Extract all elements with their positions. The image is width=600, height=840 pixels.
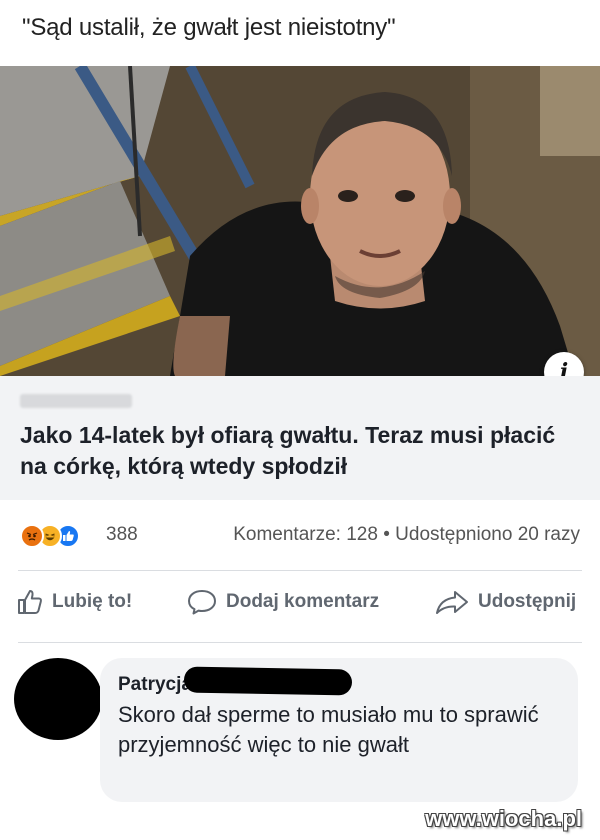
- comment-button[interactable]: Dodaj komentarz: [186, 588, 379, 616]
- comment-bubble[interactable]: Patrycja Skoro dał sperme to musiało mu …: [100, 658, 578, 802]
- like-button[interactable]: Lubię to!: [16, 588, 132, 616]
- divider: [18, 642, 582, 643]
- reactions-summary[interactable]: [20, 524, 102, 548]
- comment-label: Dodaj komentarz: [226, 591, 380, 612]
- share-arrow-icon: [436, 591, 468, 614]
- comment-text: Skoro dał sperme to musiało mu to sprawi…: [118, 702, 539, 757]
- comments-shares-summary: Komentarze: 128 • Udostępniono 20 razy: [233, 524, 580, 546]
- reactions-count[interactable]: 388: [106, 524, 138, 546]
- action-bar: Lubię to! Dodaj komentarz Udostępnij: [0, 580, 600, 632]
- shares-count[interactable]: Udostępniono 20 razy: [395, 524, 580, 545]
- link-domain-blurred: [20, 394, 132, 408]
- post-stats: 388 Komentarze: 128 • Udostępniono 20 ra…: [0, 500, 600, 570]
- divider: [18, 570, 582, 571]
- link-title[interactable]: Jako 14-latek był ofiarą gwałtu. Teraz m…: [20, 420, 560, 482]
- angry-reaction-icon: [20, 524, 44, 548]
- share-button[interactable]: Udostępnij: [434, 588, 576, 616]
- comment-icon: [188, 590, 216, 615]
- comments-count[interactable]: Komentarze: 128: [233, 524, 378, 545]
- avatar-redacted[interactable]: [14, 658, 102, 740]
- author-name-redaction: [183, 666, 353, 696]
- site-watermark: www.wiocha.pl: [425, 806, 582, 831]
- photo-illustration: [0, 66, 600, 376]
- thumbs-up-icon: [18, 590, 42, 614]
- comment-author[interactable]: Patrycja: [118, 674, 192, 696]
- like-label: Lubię to!: [52, 591, 133, 612]
- post-quote: "Sąd ustalił, że gwałt jest nieistotny": [22, 14, 396, 41]
- share-label: Udostępnij: [478, 591, 577, 612]
- separator-dot: •: [383, 524, 390, 545]
- link-preview[interactable]: Jako 14-latek był ofiarą gwałtu. Teraz m…: [0, 376, 600, 500]
- comment-item: Patrycja Skoro dał sperme to musiało mu …: [0, 650, 600, 810]
- article-photo[interactable]: [0, 66, 600, 376]
